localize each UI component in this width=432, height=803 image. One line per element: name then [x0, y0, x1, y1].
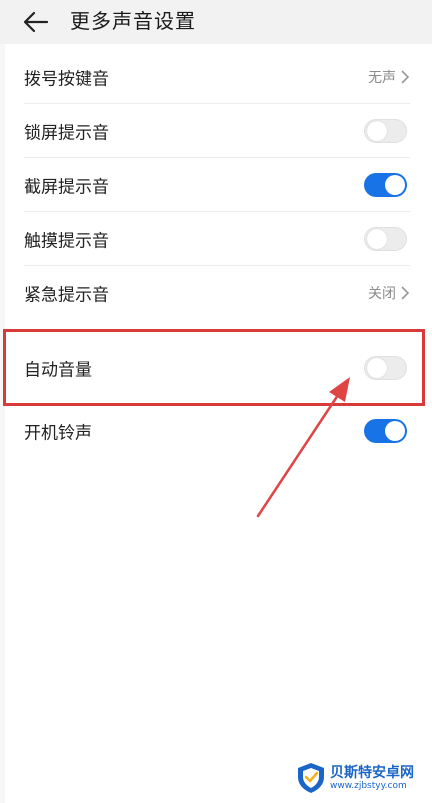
toggle-knob	[385, 421, 405, 441]
setting-row-touch-sound[interactable]: 触摸提示音	[5, 212, 432, 266]
setting-label: 自动音量	[24, 360, 92, 381]
toggle-knob	[367, 121, 387, 141]
toggle-knob	[385, 175, 405, 195]
screenshot-sound-toggle[interactable]	[364, 173, 407, 197]
setting-label: 锁屏提示音	[24, 123, 109, 144]
chevron-right-icon	[401, 286, 410, 300]
setting-row-lock-screen-sound[interactable]: 锁屏提示音	[5, 104, 432, 158]
auto-volume-toggle[interactable]	[364, 356, 407, 380]
setting-value: 关闭	[368, 283, 410, 303]
setting-label: 截屏提示音	[24, 177, 109, 198]
page-title: 更多声音设置	[70, 9, 196, 33]
setting-label: 开机铃声	[24, 423, 92, 444]
setting-row-boot-ringtone[interactable]: 开机铃声	[5, 404, 432, 458]
setting-row-emergency-sound[interactable]: 紧急提示音 关闭	[5, 266, 432, 320]
touch-sound-toggle[interactable]	[364, 227, 407, 251]
watermark-text: 贝斯特安卓网 www.zjbstyy.com	[330, 766, 414, 791]
back-button[interactable]	[20, 6, 52, 38]
shield-logo-icon	[298, 763, 324, 793]
boot-ringtone-toggle[interactable]	[364, 419, 407, 443]
chevron-right-icon	[401, 70, 410, 84]
setting-label: 拨号按键音	[24, 69, 109, 90]
setting-row-dial-pad-tone[interactable]: 拨号按键音 无声	[5, 50, 432, 104]
app-header: 更多声音设置	[0, 0, 432, 44]
setting-value: 无声	[368, 67, 410, 87]
setting-row-auto-volume[interactable]: 自动音量	[5, 341, 432, 395]
setting-value-text: 关闭	[368, 286, 396, 302]
arrow-left-icon	[23, 11, 49, 33]
watermark-url: www.zjbstyy.com	[330, 780, 407, 791]
settings-list: 拨号按键音 无声 锁屏提示音 截屏提示音 触摸提示音 紧急提示音 关闭 自动音量…	[5, 44, 432, 803]
setting-row-screenshot-sound[interactable]: 截屏提示音	[5, 158, 432, 212]
setting-value-text: 无声	[368, 70, 396, 86]
toggle-knob	[367, 229, 387, 249]
setting-label: 触摸提示音	[24, 231, 109, 252]
watermark-title: 贝斯特安卓网	[330, 764, 414, 781]
watermark: 贝斯特安卓网 www.zjbstyy.com	[296, 762, 414, 794]
toggle-knob	[367, 358, 387, 378]
setting-label: 紧急提示音	[24, 285, 109, 306]
lock-screen-sound-toggle[interactable]	[364, 119, 407, 143]
